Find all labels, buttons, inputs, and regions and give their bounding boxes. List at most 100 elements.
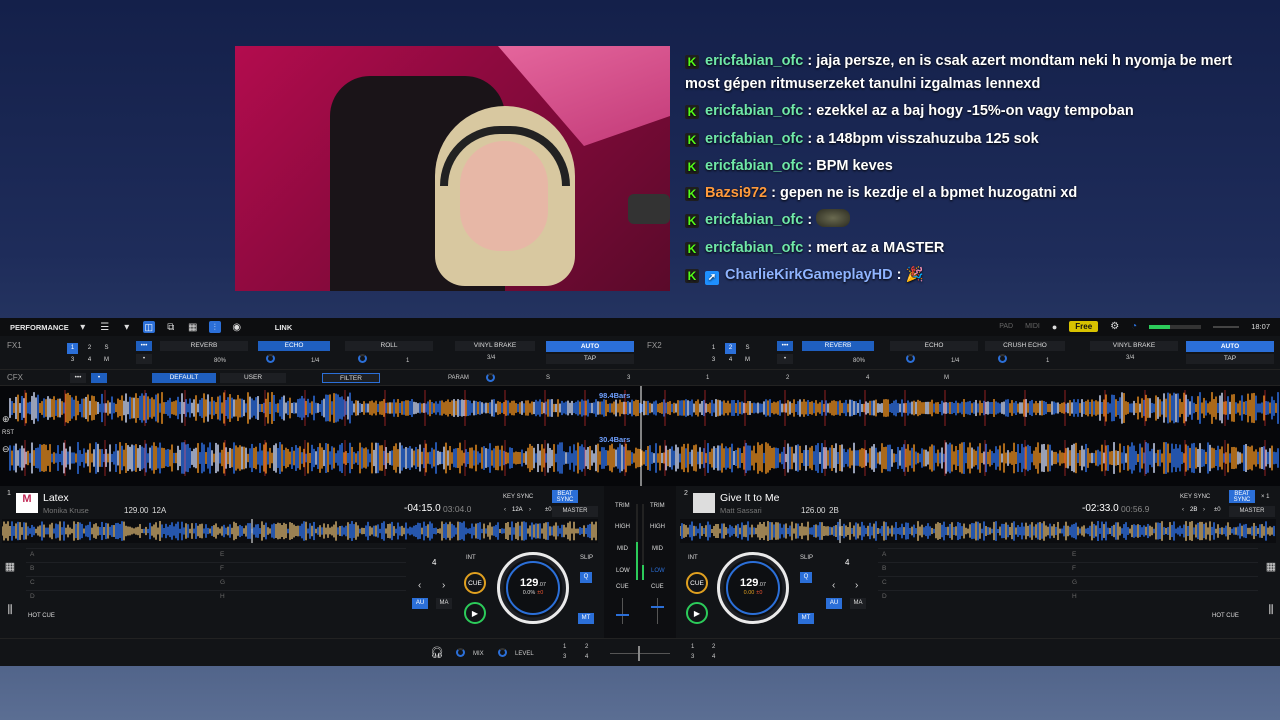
- link-button[interactable]: LINK: [275, 323, 293, 332]
- headphone-level-knob[interactable]: [498, 648, 507, 657]
- channel-fader-handle-1[interactable]: [616, 614, 629, 616]
- cfx-param-knob[interactable]: [486, 373, 495, 382]
- headphone-mix-knob[interactable]: [456, 648, 465, 657]
- deck-select-1[interactable]: 1: [563, 644, 566, 650]
- layout-2-icon[interactable]: ⧉: [165, 321, 177, 333]
- deck1-loop-next-icon[interactable]: ›: [442, 580, 445, 591]
- channel-fader-1[interactable]: [622, 598, 623, 624]
- waveform-display[interactable]: [0, 386, 1280, 486]
- fx1-deck-m[interactable]: M: [101, 355, 112, 366]
- hotcue-a[interactable]: A: [878, 548, 1068, 561]
- fx2-deck-1[interactable]: 1: [708, 343, 719, 354]
- cfx-dot-button[interactable]: •: [91, 373, 107, 383]
- waveform-area[interactable]: 98.4Bars 30.4Bars ⊕ RST ⊖: [0, 386, 1280, 486]
- chat-username[interactable]: ericfabian_ofc: [705, 131, 803, 147]
- deck2-mt-button[interactable]: MT: [798, 613, 814, 624]
- chat-username[interactable]: ericfabian_ofc: [705, 240, 803, 256]
- crossfader-handle[interactable]: [638, 646, 640, 661]
- deck1-mt-button[interactable]: MT: [578, 613, 594, 624]
- chevron-down-icon[interactable]: ▾: [77, 321, 89, 333]
- master-knob-icon[interactable]: ◔: [1131, 321, 1137, 332]
- deck1-cue-button[interactable]: CUE: [464, 572, 486, 594]
- deck1-int-select[interactable]: INT: [466, 555, 476, 561]
- deck2-loop-prev-icon[interactable]: ‹: [832, 580, 835, 591]
- midi-label[interactable]: MIDI: [1025, 323, 1040, 330]
- crossfader[interactable]: [610, 653, 670, 654]
- cfx-more-button[interactable]: •••: [70, 373, 86, 383]
- deck2-key-prev-icon[interactable]: ‹: [1182, 507, 1184, 513]
- fx2-deck-3[interactable]: 3: [708, 355, 719, 366]
- info-icon[interactable]: ●: [1052, 322, 1057, 332]
- deck2-loop-next-icon[interactable]: ›: [855, 580, 858, 591]
- hotcue-b[interactable]: B: [878, 562, 1068, 575]
- cfx-default-button[interactable]: DEFAULT: [152, 373, 216, 383]
- chat-username[interactable]: ericfabian_ofc: [705, 212, 803, 228]
- right-sampler-icon[interactable]: ⫼: [1264, 604, 1278, 618]
- fx2-knob-1[interactable]: [906, 354, 915, 363]
- fx1-knob-1[interactable]: [266, 354, 275, 363]
- layout-1-icon[interactable]: ◫: [142, 321, 155, 333]
- deck1-keysync-label[interactable]: KEY SYNC: [503, 494, 533, 500]
- chat-username[interactable]: CharlieKirkGameplayHD: [725, 267, 893, 283]
- deck1-loop-prev-icon[interactable]: ‹: [418, 580, 421, 591]
- fx1-tap-button[interactable]: TAP: [546, 354, 634, 364]
- fx1-deck-3[interactable]: 3: [67, 355, 78, 366]
- deck1-master-button[interactable]: MASTER: [552, 506, 598, 517]
- fx2-deck-s[interactable]: S: [742, 343, 753, 354]
- hotcue-d[interactable]: D: [26, 590, 216, 603]
- volume-slider[interactable]: [1213, 325, 1240, 328]
- fx1-effect-1[interactable]: REVERB: [160, 341, 248, 351]
- deck-select-r4[interactable]: 4: [712, 654, 715, 660]
- deck-select-4[interactable]: 4: [585, 654, 588, 660]
- fx1-deck-1[interactable]: 1: [67, 343, 78, 354]
- deck2-multiplier[interactable]: × 1: [1261, 494, 1270, 500]
- hotcue-g[interactable]: G: [1068, 576, 1258, 589]
- hotcue-e[interactable]: E: [1068, 548, 1258, 561]
- fx1-effect-3[interactable]: ROLL: [345, 341, 433, 351]
- deck-select-r3[interactable]: 3: [691, 654, 694, 660]
- fx1-deck-2[interactable]: 2: [84, 343, 95, 354]
- deck2-play-icon[interactable]: ▶: [686, 602, 708, 624]
- deck2-ma-button[interactable]: MA: [850, 598, 866, 609]
- fx2-effect-3[interactable]: CRUSH ECHO: [985, 341, 1065, 351]
- deck2-cue-button[interactable]: CUE: [686, 572, 708, 594]
- deck2-keysync-label[interactable]: KEY SYNC: [1180, 494, 1210, 500]
- reset-zoom-label[interactable]: RST: [2, 430, 14, 436]
- free-badge[interactable]: Free: [1069, 321, 1099, 332]
- deck-select-r1[interactable]: 1: [691, 644, 694, 650]
- left-pads-icon[interactable]: ▦: [3, 560, 17, 574]
- zoom-in-icon[interactable]: ⊕: [2, 414, 10, 425]
- fx2-effect-2[interactable]: ECHO: [890, 341, 978, 351]
- channel-fader-2[interactable]: [657, 598, 658, 624]
- deck1-key-prev-icon[interactable]: ‹: [504, 507, 506, 513]
- left-sampler-icon[interactable]: ⫼: [3, 604, 17, 618]
- deck2-slip-button[interactable]: SLIP: [800, 555, 813, 561]
- cfx-user-button[interactable]: USER: [220, 373, 286, 383]
- deck2-jog-wheel[interactable]: 129.07 0.00 ±0: [717, 552, 789, 624]
- record-icon[interactable]: ◉: [231, 321, 243, 333]
- fx1-effect-4[interactable]: VINYL BRAKE: [455, 341, 535, 351]
- hotcue-h[interactable]: H: [216, 590, 406, 603]
- chat-username[interactable]: ericfabian_ofc: [705, 53, 803, 69]
- deck1-key-next-icon[interactable]: ›: [529, 507, 531, 513]
- deck2-hotcue-mode[interactable]: HOT CUE: [1212, 613, 1239, 619]
- deck2-master-button[interactable]: MASTER: [1229, 506, 1275, 517]
- deck1-ma-button[interactable]: MA: [436, 598, 452, 609]
- zoom-out-icon[interactable]: ⊖: [2, 444, 10, 455]
- hotcue-f[interactable]: F: [1068, 562, 1258, 575]
- hotcue-c[interactable]: C: [878, 576, 1068, 589]
- chat-username[interactable]: Bazsi972: [705, 185, 767, 201]
- mixer-cue-2[interactable]: CUE: [651, 584, 664, 590]
- fx1-dot-button[interactable]: •: [136, 354, 152, 364]
- fx2-more-button[interactable]: •••: [777, 341, 793, 351]
- fx2-knob-2[interactable]: [998, 354, 1007, 363]
- mixer-cue-1[interactable]: CUE: [616, 584, 629, 590]
- mode-select[interactable]: PERFORMANCE: [10, 323, 69, 332]
- hotcue-a[interactable]: A: [26, 548, 216, 561]
- mixer-icon[interactable]: ⫶: [208, 321, 221, 333]
- deck1-hotcue-mode[interactable]: HOT CUE: [28, 613, 55, 619]
- hotcue-c[interactable]: C: [26, 576, 216, 589]
- hotcue-g[interactable]: G: [216, 576, 406, 589]
- cfx-filter-button[interactable]: FILTER: [322, 373, 380, 383]
- deck-select-2[interactable]: 2: [585, 644, 588, 650]
